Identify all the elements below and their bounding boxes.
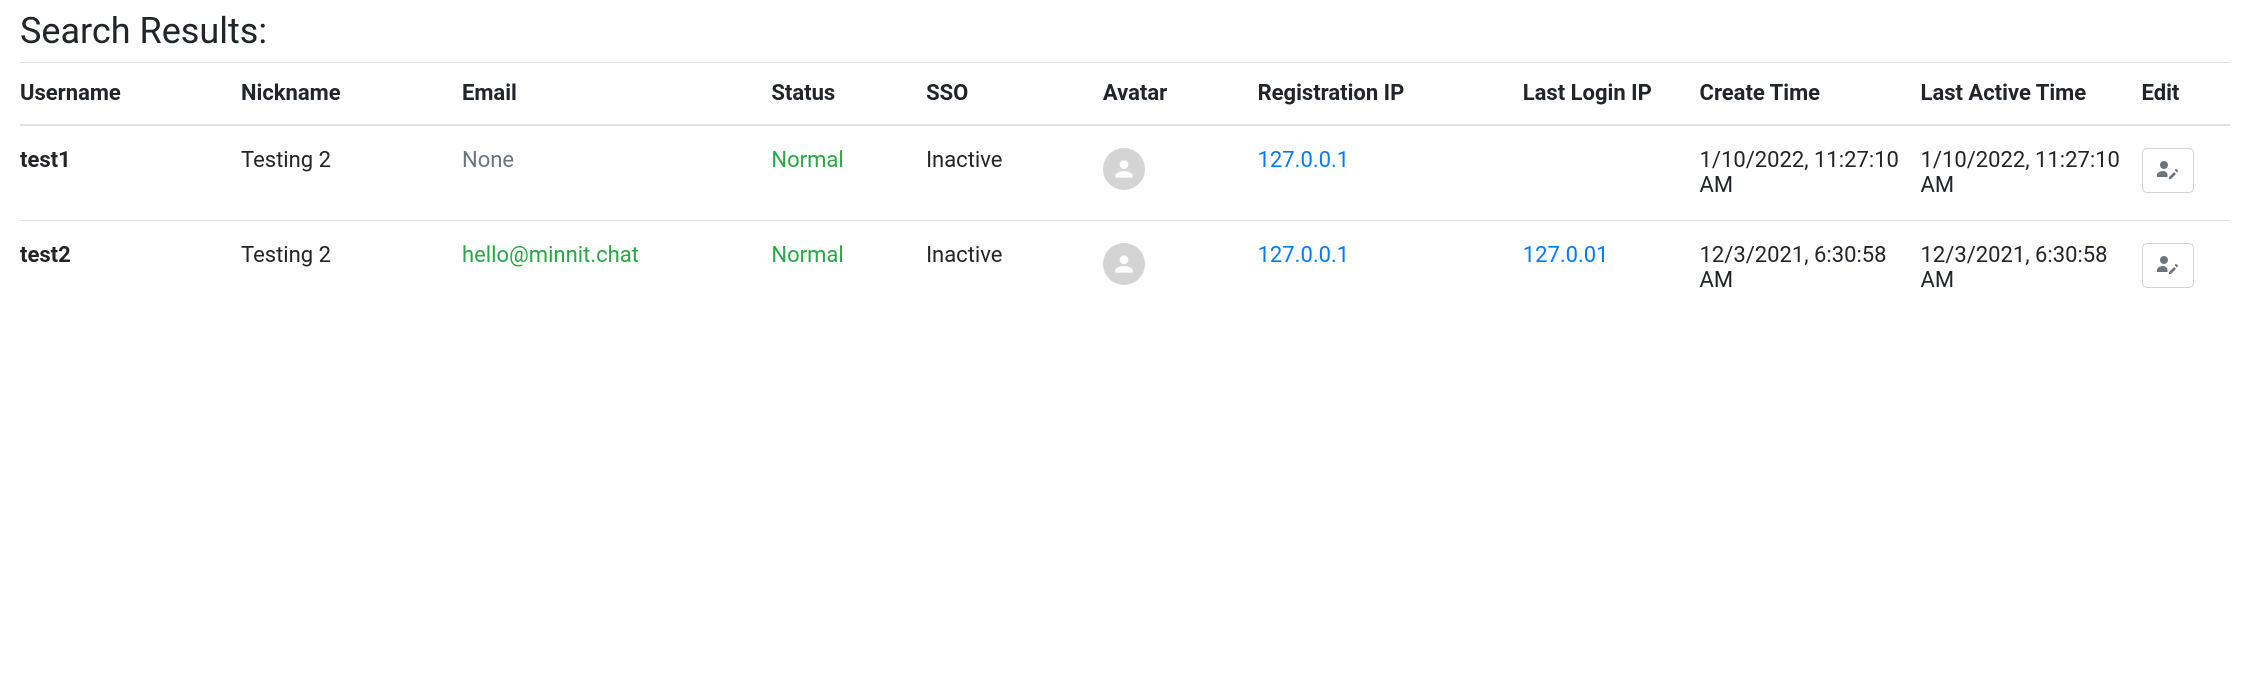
cell-email: None	[462, 125, 771, 221]
col-username: Username	[20, 63, 241, 125]
col-avatar: Avatar	[1103, 63, 1258, 125]
results-table: Username Nickname Email Status SSO Avata…	[20, 63, 2230, 315]
cell-active-time: 1/10/2022, 11:27:10 AM	[1921, 125, 2142, 221]
cell-active-time: 12/3/2021, 6:30:58 AM	[1921, 221, 2142, 316]
col-status: Status	[771, 63, 926, 125]
table-row: test1 Testing 2 None Normal Inactive 127…	[20, 125, 2230, 221]
col-reg-ip: Registration IP	[1258, 63, 1523, 125]
cell-email: hello@minnit.chat	[462, 221, 771, 316]
edit-button[interactable]	[2142, 243, 2194, 288]
avatar-icon	[1103, 148, 1145, 190]
edit-user-icon	[2155, 157, 2181, 184]
reg-ip-link[interactable]: 127.0.0.1	[1258, 148, 1350, 173]
cell-avatar	[1103, 221, 1258, 316]
cell-create-time: 1/10/2022, 11:27:10 AM	[1700, 125, 1921, 221]
col-sso: SSO	[926, 63, 1103, 125]
cell-reg-ip: 127.0.0.1	[1258, 221, 1523, 316]
col-nickname: Nickname	[241, 63, 462, 125]
cell-avatar	[1103, 125, 1258, 221]
col-active-time: Last Active Time	[1921, 63, 2142, 125]
edit-button[interactable]	[2142, 148, 2194, 193]
cell-reg-ip: 127.0.0.1	[1258, 125, 1523, 221]
cell-sso: Inactive	[926, 221, 1103, 316]
avatar-icon	[1103, 243, 1145, 285]
cell-username: test1	[20, 125, 241, 221]
edit-user-icon	[2155, 252, 2181, 279]
col-login-ip: Last Login IP	[1523, 63, 1700, 125]
cell-nickname: Testing 2	[241, 125, 462, 221]
cell-username: test2	[20, 221, 241, 316]
cell-status: Normal	[771, 125, 926, 221]
col-create-time: Create Time	[1700, 63, 1921, 125]
col-email: Email	[462, 63, 771, 125]
cell-create-time: 12/3/2021, 6:30:58 AM	[1700, 221, 1921, 316]
login-ip-link[interactable]: 127.0.01	[1523, 243, 1609, 268]
col-edit: Edit	[2142, 63, 2230, 125]
cell-login-ip	[1523, 125, 1700, 221]
table-row: test2 Testing 2 hello@minnit.chat Normal…	[20, 221, 2230, 316]
results-table-wrapper: Username Nickname Email Status SSO Avata…	[20, 62, 2230, 315]
cell-login-ip: 127.0.01	[1523, 221, 1700, 316]
cell-sso: Inactive	[926, 125, 1103, 221]
table-header-row: Username Nickname Email Status SSO Avata…	[20, 63, 2230, 125]
cell-edit	[2142, 125, 2230, 221]
page-title: Search Results:	[20, 10, 2230, 52]
cell-nickname: Testing 2	[241, 221, 462, 316]
cell-status: Normal	[771, 221, 926, 316]
cell-edit	[2142, 221, 2230, 316]
reg-ip-link[interactable]: 127.0.0.1	[1258, 243, 1350, 268]
